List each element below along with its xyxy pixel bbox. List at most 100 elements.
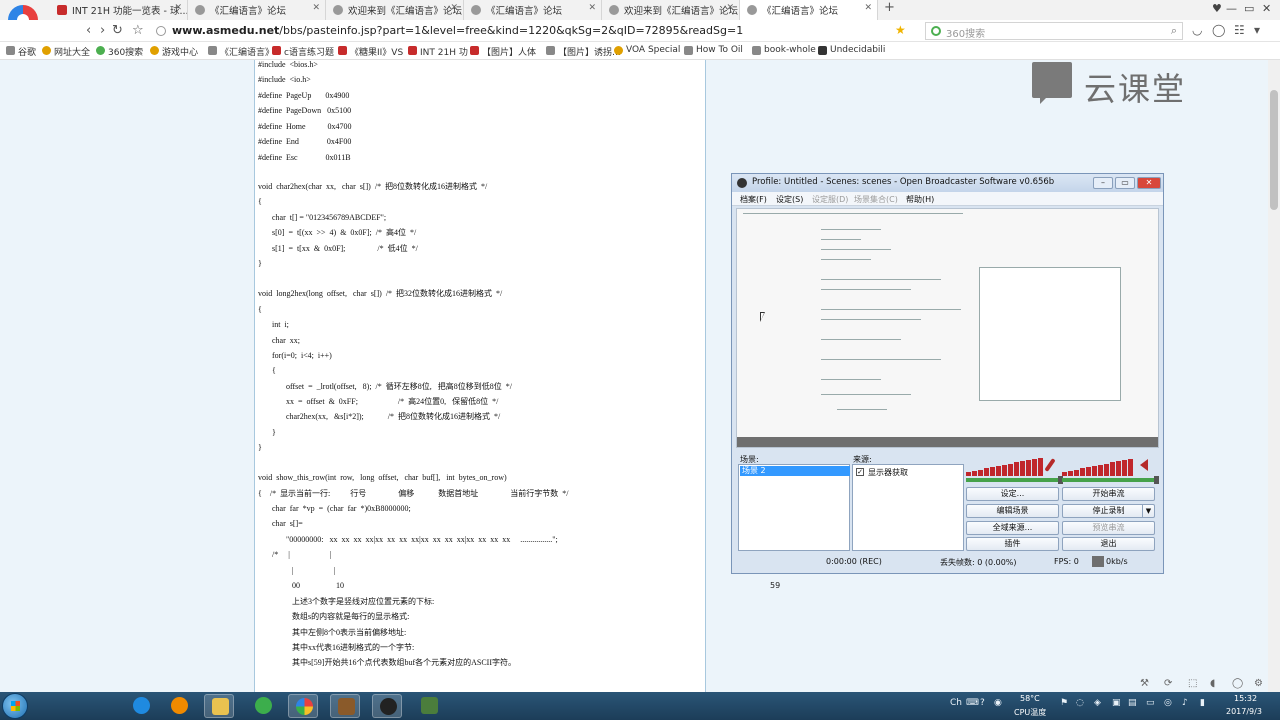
taskbar-obs[interactable] bbox=[372, 694, 402, 718]
taskbar-explorer[interactable] bbox=[204, 694, 234, 718]
sound-icon[interactable]: ◖ bbox=[1210, 678, 1215, 689]
shield-icon[interactable]: ◈ bbox=[1094, 698, 1101, 708]
speaker-icon[interactable] bbox=[1140, 459, 1148, 471]
close-icon[interactable]: ✕ bbox=[726, 3, 734, 13]
new-tab-icon[interactable]: + bbox=[884, 0, 895, 15]
bookmark-item[interactable]: VOA Special bbox=[614, 45, 680, 55]
bookmark-item[interactable]: 《汇编语言》 bbox=[208, 45, 274, 58]
mic-volume-slider[interactable] bbox=[966, 476, 1063, 484]
close-icon[interactable]: ✕ bbox=[588, 3, 596, 13]
mic-icon[interactable] bbox=[1044, 458, 1056, 472]
page-scrollbar[interactable] bbox=[1268, 60, 1280, 692]
maximize-icon[interactable]: ▭ bbox=[1115, 177, 1135, 189]
close-window-icon[interactable]: ✕ bbox=[1262, 2, 1271, 15]
display-icon[interactable]: ▭ bbox=[1146, 698, 1155, 708]
bookmark-star-icon[interactable]: ★ bbox=[895, 23, 906, 37]
more-icon[interactable]: ▾ bbox=[1254, 23, 1260, 37]
menu-help[interactable]: 帮助(H) bbox=[906, 194, 934, 205]
taskbar-dosbox[interactable] bbox=[330, 694, 360, 718]
maximize-icon[interactable]: ▭ bbox=[1244, 2, 1254, 15]
volume-icon[interactable]: ♪ bbox=[1182, 698, 1188, 708]
exit-button[interactable]: 退出 bbox=[1062, 537, 1155, 551]
bookmark-item[interactable]: 《糖果II》VS bbox=[338, 45, 403, 58]
minimize-icon[interactable]: – bbox=[1093, 177, 1113, 189]
menu-icon[interactable]: ♥ bbox=[1212, 2, 1222, 15]
bookmark-item[interactable]: 【图片】人体 bbox=[470, 45, 536, 58]
tab-5[interactable]: 欢迎来到《汇编语言》论坛 ✕ bbox=[602, 0, 740, 20]
sources-list[interactable]: ✓ 显示器获取 bbox=[852, 464, 964, 551]
menu-scene-collection[interactable]: 场景集合(C) bbox=[854, 194, 898, 205]
scene-item[interactable]: 场景 2 bbox=[740, 466, 850, 476]
start-button[interactable] bbox=[2, 693, 28, 719]
search-icon[interactable]: ⌕ bbox=[1171, 24, 1177, 38]
tab-3[interactable]: 欢迎来到《汇编语言》论坛 ✕ bbox=[326, 0, 464, 20]
close-icon[interactable]: ✕ bbox=[450, 3, 458, 13]
battery-icon[interactable]: ▮ bbox=[1200, 698, 1205, 708]
menu-profiles[interactable]: 设定服(D) bbox=[812, 194, 848, 205]
bookmark-item[interactable]: 网址大全 bbox=[42, 45, 90, 58]
bookmark-item[interactable]: 360搜索 bbox=[96, 45, 143, 58]
bookmark-item[interactable]: INT 21H 功 bbox=[408, 45, 468, 58]
extension-icon[interactable]: ⚒ bbox=[1140, 678, 1149, 689]
taskbar-360-browser[interactable] bbox=[288, 694, 318, 718]
taskbar-media[interactable] bbox=[164, 694, 194, 718]
ime-indicator[interactable]: Ch bbox=[950, 698, 962, 708]
flag-icon[interactable]: ⚑ bbox=[1060, 698, 1068, 708]
close-icon[interactable]: ✕ bbox=[1137, 177, 1161, 189]
taskbar-360-security[interactable] bbox=[248, 694, 278, 718]
download-icon[interactable]: ⬚ bbox=[1188, 678, 1197, 689]
obs-window[interactable]: Profile: Untitled - Scenes: scenes - Ope… bbox=[731, 173, 1164, 574]
minimize-icon[interactable]: — bbox=[1226, 2, 1237, 15]
url-input[interactable]: www.asmedu.net/bbs/pasteinfo.jsp?part=1&… bbox=[150, 22, 920, 40]
back-icon[interactable]: ‹ bbox=[86, 23, 91, 38]
menu-grid-icon[interactable]: ☷ bbox=[1234, 23, 1245, 37]
security-tray-icon[interactable]: ◉ bbox=[994, 698, 1002, 708]
taskbar-tool[interactable] bbox=[414, 694, 444, 718]
gpu-icon[interactable]: ▣ bbox=[1112, 698, 1121, 708]
home-icon[interactable]: ☆ bbox=[132, 23, 144, 38]
scrollbar-thumb[interactable] bbox=[1270, 90, 1278, 210]
tab-2[interactable]: 《汇编语言》论坛 ✕ bbox=[188, 0, 326, 20]
source-item[interactable]: ✓ 显示器获取 bbox=[856, 467, 908, 478]
close-icon[interactable]: ✕ bbox=[174, 3, 182, 13]
stop-record-button[interactable]: 停止录制 ▼ bbox=[1062, 504, 1155, 518]
forward-icon[interactable]: › bbox=[100, 23, 105, 38]
tab-1[interactable]: INT 21H 功能一览表 - 球... ✕ bbox=[50, 0, 188, 20]
bookmark-item[interactable]: Undecidabili bbox=[818, 45, 885, 55]
settings-icon[interactable]: ⚙ bbox=[1254, 678, 1263, 689]
bookmark-item[interactable]: 游戏中心 bbox=[150, 45, 198, 58]
settings-button[interactable]: 设定... bbox=[966, 487, 1059, 501]
tab-4[interactable]: 《汇编语言》论坛 ✕ bbox=[464, 0, 602, 20]
refresh-icon[interactable]: ↻ bbox=[112, 23, 123, 38]
keyboard-icon[interactable]: ⌨ bbox=[966, 698, 979, 708]
tray-app-icon[interactable]: ◎ bbox=[1164, 698, 1172, 708]
action-center-icon[interactable]: ▤ bbox=[1128, 698, 1137, 708]
tab-6-active[interactable]: 《汇编语言》论坛 ✕ bbox=[740, 0, 878, 20]
global-sources-button[interactable]: 全域来源... bbox=[966, 521, 1059, 535]
slider-knob[interactable] bbox=[1154, 476, 1159, 484]
sync-icon[interactable]: ◯ bbox=[1212, 23, 1225, 37]
site-info-icon[interactable] bbox=[156, 26, 166, 36]
network-icon[interactable]: ◌ bbox=[1076, 698, 1084, 708]
bookmark-item[interactable]: 谷歌 bbox=[6, 45, 36, 58]
user-icon[interactable]: ◡ bbox=[1192, 23, 1202, 37]
help-icon[interactable]: ? bbox=[980, 698, 985, 708]
search-input[interactable]: 360搜索 ⌕ bbox=[925, 22, 1183, 40]
preview-stream-button[interactable]: 预览串流 bbox=[1062, 521, 1155, 535]
close-icon[interactable]: ✕ bbox=[312, 3, 320, 13]
close-icon[interactable]: ✕ bbox=[864, 3, 872, 13]
dropdown-arrow-icon[interactable]: ▼ bbox=[1142, 505, 1154, 517]
menu-file[interactable]: 档案(F) bbox=[740, 194, 767, 205]
bookmark-item[interactable]: 【图片】诱拐… bbox=[546, 45, 621, 58]
plugins-button[interactable]: 插件 bbox=[966, 537, 1059, 551]
taskbar-ie[interactable] bbox=[126, 694, 156, 718]
browser-tool-icon[interactable]: ⟳ bbox=[1164, 678, 1172, 689]
zoom-icon[interactable]: ◯ bbox=[1232, 678, 1243, 689]
edit-scene-button[interactable]: 编辑场景 bbox=[966, 504, 1059, 518]
desktop-volume-slider[interactable] bbox=[1062, 476, 1159, 484]
checkbox-icon[interactable]: ✓ bbox=[856, 468, 864, 476]
bookmark-item[interactable]: book-whole bbox=[752, 45, 816, 55]
start-stream-button[interactable]: 开始串流 bbox=[1062, 487, 1155, 501]
scenes-list[interactable]: 场景 2 bbox=[738, 464, 850, 551]
bookmark-item[interactable]: c语言练习题 bbox=[272, 45, 334, 58]
